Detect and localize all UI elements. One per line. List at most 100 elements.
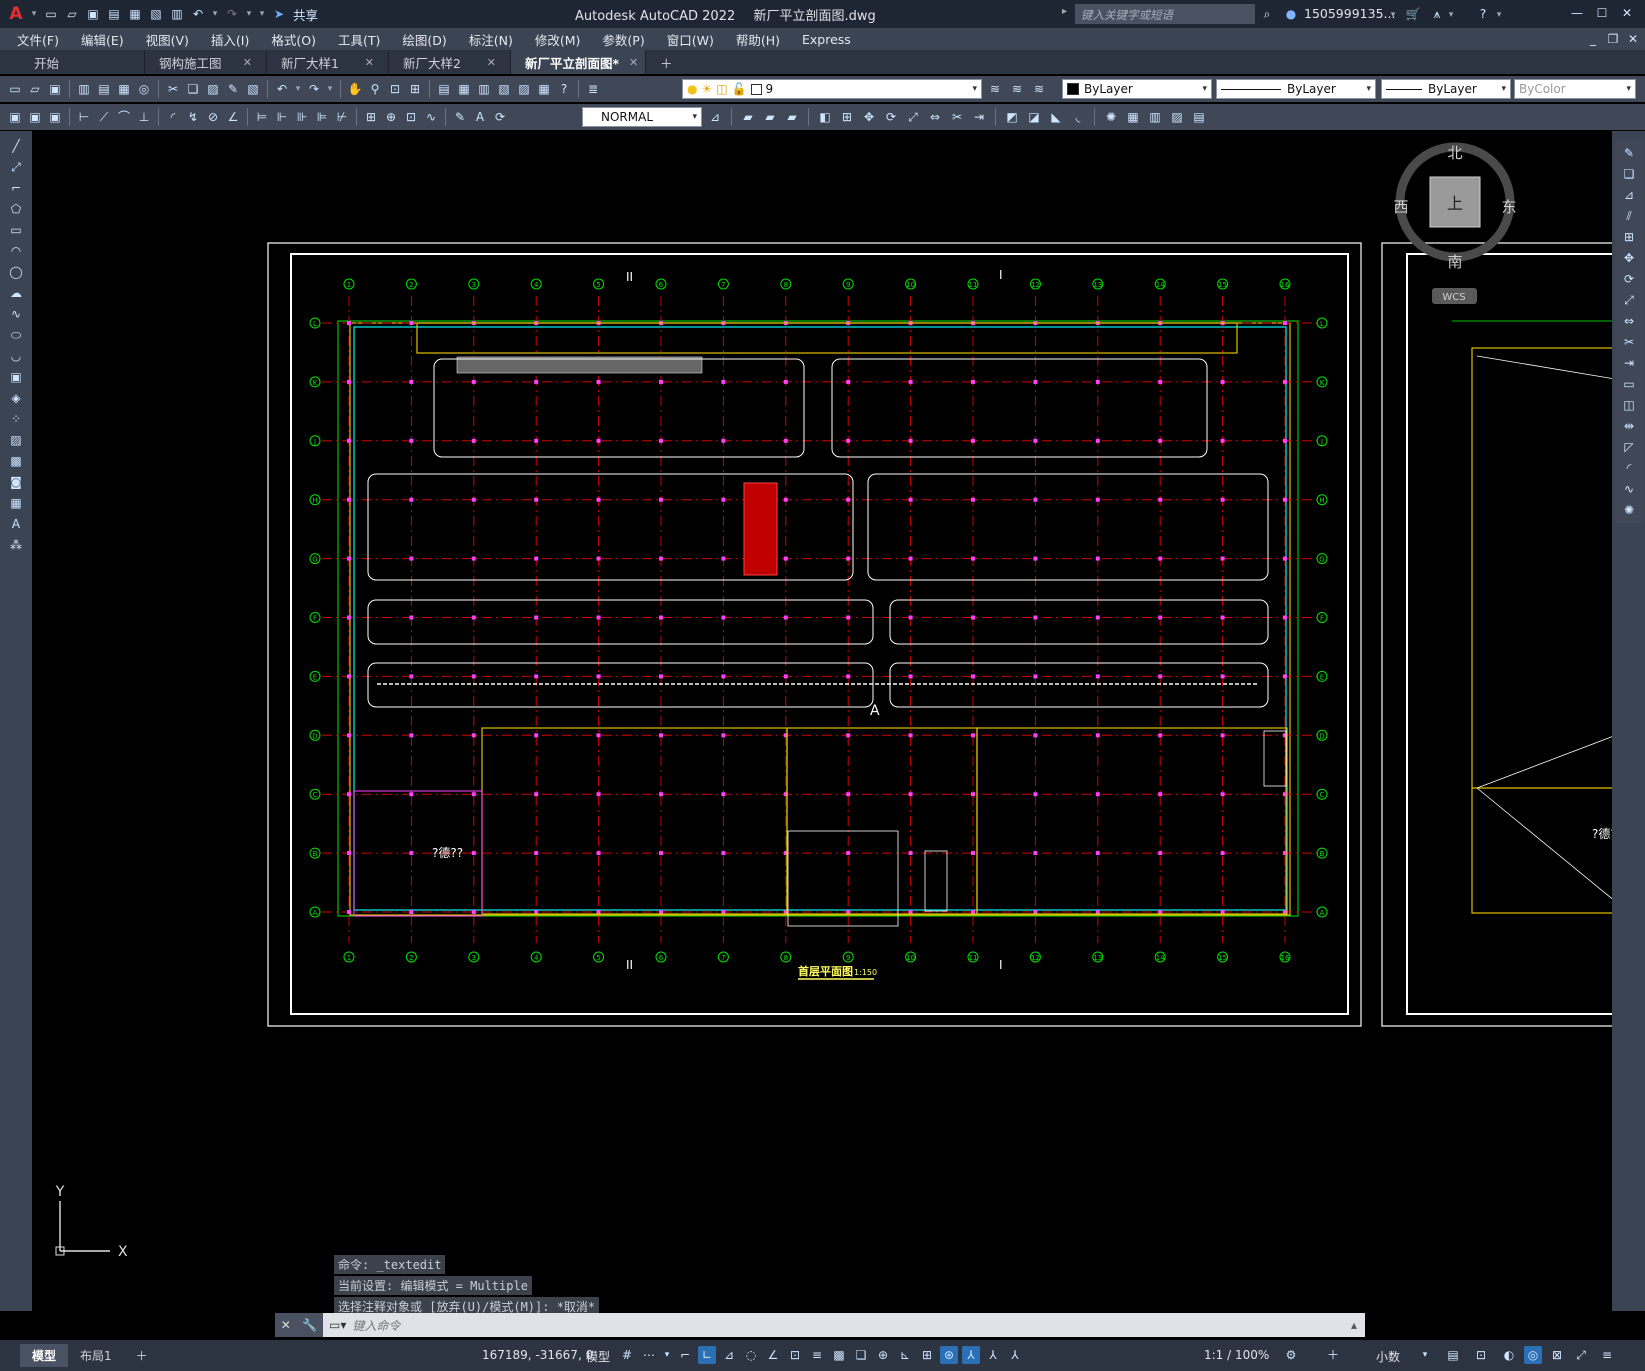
layout-tab-layout1[interactable]: 布局1 [68,1344,124,1367]
lock-ui-icon[interactable]: ⊡ [1472,1346,1490,1364]
fillet-icon[interactable]: ◜ [1620,459,1638,477]
stretch-icon[interactable]: ⇔ [926,108,944,126]
save-icon[interactable]: ▣ [46,80,64,98]
new-tab-button[interactable]: ＋ [646,50,687,74]
offset-icon[interactable]: ⫽ [1620,207,1638,225]
chevron-down-icon[interactable]: ▾ [29,5,39,23]
plot-icon[interactable]: ▥ [75,80,93,98]
copy-icon[interactable]: ❏ [184,80,202,98]
view-cube-top[interactable]: 上 [1447,194,1463,213]
ortho-icon[interactable]: ∟ [698,1346,716,1364]
menu-tools[interactable]: 工具(T) [327,30,391,49]
dim-text-edit-icon[interactable]: A [471,108,489,126]
chevron-down-icon[interactable]: ▾ [293,80,303,98]
open-web-icon[interactable]: ▦ [126,5,144,23]
chevron-down-icon[interactable]: ▾ [662,1346,672,1364]
menu-file[interactable]: 文件(F) [6,30,70,49]
mirror-icon[interactable]: ⊿ [1620,186,1638,204]
tool-a-icon[interactable]: ▣ [6,108,24,126]
compass-north[interactable]: 北 [1447,144,1462,162]
viewport-freeze-icon[interactable]: ◫ [716,82,727,96]
layer-dropdown[interactable]: ● ☀ ◫ 🔓 9 ▾ [682,79,982,99]
tool-palettes-icon[interactable]: ▥ [475,80,493,98]
new-icon[interactable]: ▭ [6,80,24,98]
copy-object-icon[interactable]: ▰ [761,108,779,126]
recent-commands-icon[interactable]: ▭▾ [329,1318,346,1332]
tab-close-icon[interactable]: ✕ [487,56,496,69]
mirror-icon[interactable]: ▰ [783,108,801,126]
continue-dim-icon[interactable]: ⊪ [293,108,311,126]
model-space-button[interactable]: 模型 [586,1348,610,1365]
table-icon[interactable]: ▦ [7,494,25,512]
isolate-objects-icon[interactable]: ◐ [1500,1346,1518,1364]
compass-east[interactable]: 东 [1501,198,1516,216]
array-icon[interactable]: ⊞ [838,108,856,126]
tab-plan-section[interactable]: 新厂平立剖面图* ✕ [511,50,646,74]
selection-filter-icon[interactable]: ⊞ [918,1346,936,1364]
snap-icon[interactable]: ⋯ [640,1346,658,1364]
arc-length-icon[interactable]: ⌒ [115,108,133,126]
polyline-icon[interactable]: ⌐ [7,179,25,197]
quick-dim-icon[interactable]: ⊨ [253,108,271,126]
user-icon[interactable]: ● [1282,5,1300,23]
extend-icon[interactable]: ⇥ [970,108,988,126]
rotate-icon[interactable]: ⟳ [1620,270,1638,288]
tab-detail-1[interactable]: 新厂大样1 ✕ [267,50,389,74]
doc-minimize-icon[interactable]: _ [1584,30,1602,48]
offset-icon[interactable]: ◧ [816,108,834,126]
grid-icon[interactable]: # [618,1346,636,1364]
tab-start[interactable]: 开始 [0,50,145,74]
undo-icon[interactable]: ↶ [189,5,207,23]
tab-close-icon[interactable]: ✕ [365,56,374,69]
autocad-logo-icon[interactable]: A [6,5,26,23]
ellipse-arc-icon[interactable]: ◡ [7,347,25,365]
compass-west[interactable]: 西 [1393,198,1408,216]
help-icon[interactable]: ? [1474,5,1492,23]
user-name[interactable]: 1505999135... [1304,6,1395,21]
osnap-tracking-icon[interactable]: ∠ [764,1346,782,1364]
help-icon[interactable]: ? [555,80,573,98]
maximize-icon[interactable]: ☐ [1593,4,1611,22]
stretch-icon[interactable]: ⇔ [1620,312,1638,330]
polygon-icon[interactable]: ⬠ [7,200,25,218]
chevron-right-icon[interactable]: ▸ [1062,6,1067,17]
clean-screen-icon[interactable]: ⊠ [1548,1346,1566,1364]
publish-icon[interactable]: ▦ [115,80,133,98]
gradient-icon[interactable]: ▩ [7,452,25,470]
break-at-point-icon[interactable]: ▭ [1620,375,1638,393]
copy-icon[interactable]: ❏ [1620,165,1638,183]
arc-icon[interactable]: ◠ [7,242,25,260]
linear-dim-icon[interactable]: ⊢ [75,108,93,126]
pan-icon[interactable]: ✋ [346,80,364,98]
chevron-down-icon[interactable]: ▾ [1494,6,1504,24]
osnap-icon[interactable]: ⊡ [786,1346,804,1364]
open-file-icon[interactable]: ▱ [63,5,81,23]
ordinate-dim-icon[interactable]: ⊥ [135,108,153,126]
revision-cloud-icon[interactable]: ☁ [7,284,25,302]
scale-icon[interactable]: ⤢ [904,108,922,126]
scale-icon[interactable]: ⤢ [1620,291,1638,309]
chevron-down-icon[interactable]: ▾ [1446,6,1456,24]
paste-icon[interactable]: ▨ [204,80,222,98]
trim-icon[interactable]: ✂ [948,108,966,126]
gizmo-icon[interactable]: ⊛ [940,1346,958,1364]
markup-icon[interactable]: ▨ [515,80,533,98]
calculator-icon[interactable]: ▦ [535,80,553,98]
block-editor-icon[interactable]: ▧ [244,80,262,98]
open-icon[interactable]: ▱ [26,80,44,98]
cut-icon[interactable]: ✂ [164,80,182,98]
move-icon[interactable]: ✥ [860,108,878,126]
new-file-icon[interactable]: ▭ [42,5,60,23]
linetype-dropdown[interactable]: ByLayer ▾ [1216,79,1376,99]
annotation-scale-value[interactable]: 1:1 / 100% [1204,1348,1269,1362]
insert-block-icon[interactable]: ▣ [7,368,25,386]
erase-icon[interactable]: ✎ [1620,144,1638,162]
layout-tab-model[interactable]: 模型 [20,1344,69,1367]
cart-icon[interactable]: 🛒 [1404,5,1422,23]
dynamic-ucs-icon[interactable]: ⊾ [896,1346,914,1364]
move-icon[interactable]: ✥ [1620,249,1638,267]
view-cube[interactable]: 上 北 南 东 西 WCS [1393,142,1517,304]
3d-osnap-icon[interactable]: ⊕ [874,1346,892,1364]
hardware-acceleration-icon[interactable]: ◎ [1524,1346,1542,1364]
chevron-down-icon[interactable]: ▾ [1416,1346,1434,1364]
